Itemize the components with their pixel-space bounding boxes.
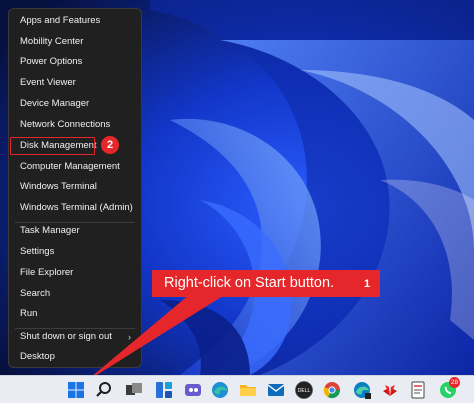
search-icon[interactable] <box>94 380 114 400</box>
disk-management-highlight <box>10 137 95 155</box>
menu-item-power-options[interactable]: Power Options <box>9 52 141 72</box>
edge-icon[interactable] <box>210 380 230 400</box>
menu-item-search[interactable]: Search <box>9 284 141 304</box>
menu-item-run[interactable]: Run <box>9 304 141 324</box>
menu-item-mobility-center[interactable]: Mobility Center <box>9 32 141 52</box>
menu-item-network-connections[interactable]: Network Connections <box>9 115 141 135</box>
chevron-right-icon: › <box>128 332 131 342</box>
menu-item-windows-terminal-admin[interactable]: Windows Terminal (Admin) <box>9 198 141 218</box>
huawei-icon[interactable] <box>380 380 400 400</box>
file-explorer-icon[interactable] <box>238 380 258 400</box>
step-2-badge: 2 <box>101 136 119 154</box>
teams-chat-icon[interactable] <box>183 380 203 400</box>
start-context-menu: Apps and Features Mobility Center Power … <box>8 8 142 368</box>
menu-item-label: Shut down or sign out <box>20 331 112 342</box>
dell-logo-text: DELL <box>298 388 311 394</box>
mail-icon[interactable] <box>266 380 286 400</box>
task-view-icon[interactable] <box>124 380 144 400</box>
menu-item-desktop[interactable]: Desktop <box>9 347 141 367</box>
instruction-callout: Right-click on Start button. <box>152 270 380 297</box>
menu-item-computer-management[interactable]: Computer Management <box>9 157 141 177</box>
taskbar: DELL 28 <box>0 375 474 403</box>
windows-start-icon[interactable] <box>66 380 86 400</box>
menu-item-settings[interactable]: Settings <box>9 242 141 262</box>
notepad-icon[interactable] <box>408 380 428 400</box>
menu-item-shut-down-or-sign-out[interactable]: Shut down or sign out › <box>9 327 141 347</box>
menu-item-windows-terminal[interactable]: Windows Terminal <box>9 177 141 197</box>
chrome-icon[interactable] <box>322 380 342 400</box>
menu-item-task-manager[interactable]: Task Manager <box>9 221 141 241</box>
step-1-badge: 1 <box>358 275 376 293</box>
menu-item-device-manager[interactable]: Device Manager <box>9 94 141 114</box>
menu-item-file-explorer[interactable]: File Explorer <box>9 263 141 283</box>
notification-badge: 28 <box>449 377 460 388</box>
menu-item-event-viewer[interactable]: Event Viewer <box>9 73 141 93</box>
dell-icon[interactable]: DELL <box>294 380 314 400</box>
edge-dev-icon[interactable] <box>352 380 372 400</box>
menu-item-apps-and-features[interactable]: Apps and Features <box>9 11 141 31</box>
widgets-icon[interactable] <box>154 380 174 400</box>
